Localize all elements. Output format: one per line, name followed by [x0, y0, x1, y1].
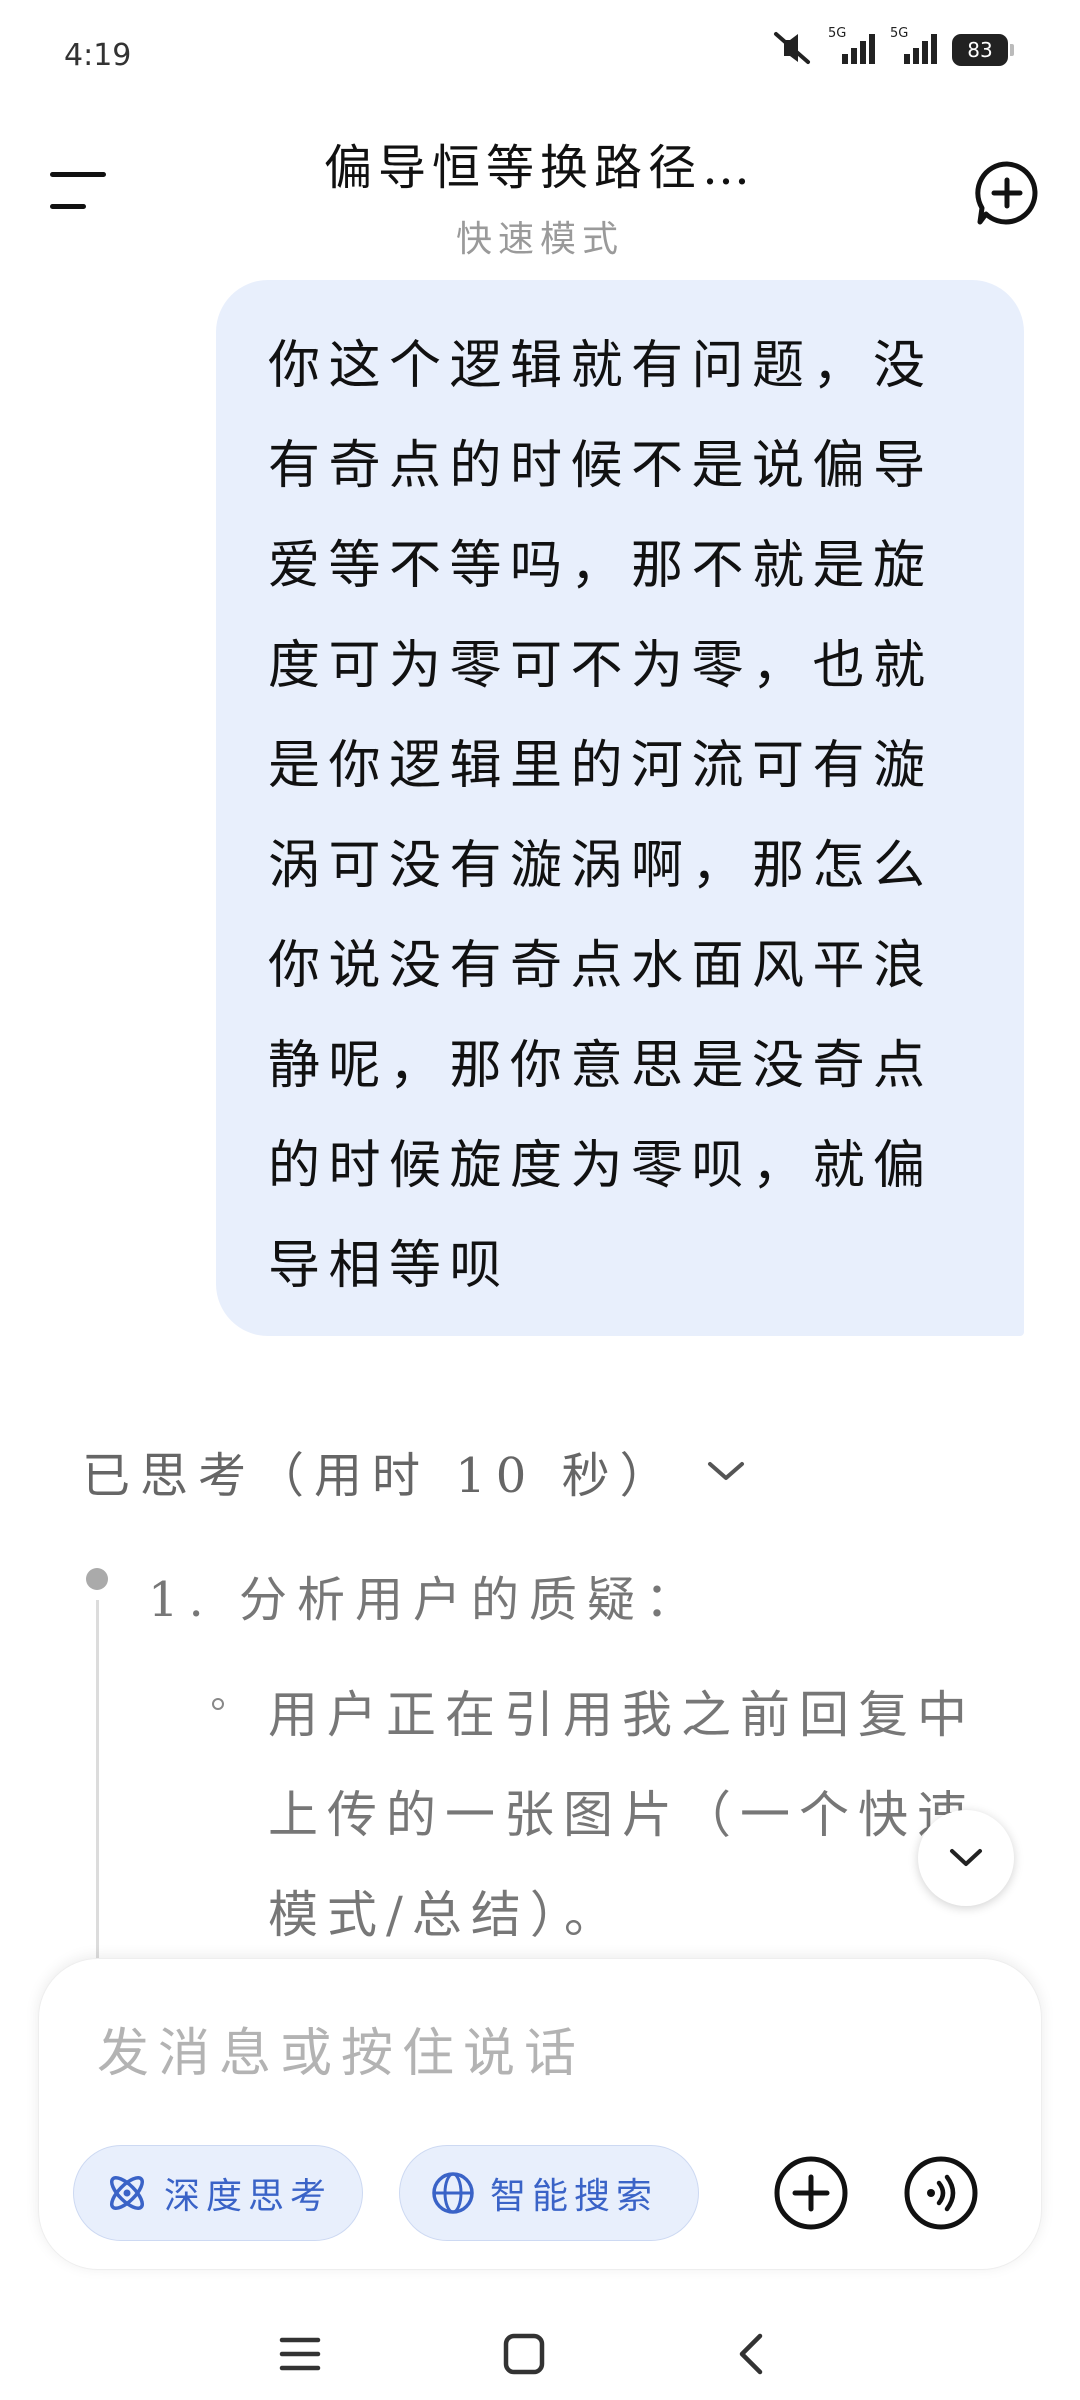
plus-icon — [774, 2156, 848, 2230]
status-time: 4:19 — [64, 38, 132, 73]
atom-icon — [110, 2176, 144, 2210]
battery-level: 83 — [967, 38, 993, 62]
chevron-down-icon — [950, 1849, 982, 1866]
signal-icon-2: 5G — [890, 26, 938, 70]
globe-icon — [432, 2172, 474, 2214]
new-chat-button[interactable] — [972, 158, 1042, 228]
mute-icon — [770, 30, 814, 70]
thinking-toggle[interactable]: 已思考（用时 10 秒） — [82, 1436, 748, 1506]
thinking-label: 已思考（用时 10 秒） — [82, 1448, 678, 1504]
deep-think-label: 深度思考 — [164, 2176, 333, 2217]
user-message-bubble[interactable]: 你这个逻辑就有问题，没有奇点的时候不是说偏导爱等不等吗，那不就是旋度可为零可不为… — [216, 280, 1024, 1336]
new-chat-icon — [975, 161, 1038, 225]
voice-button[interactable] — [895, 2147, 987, 2239]
conversation-title[interactable]: 偏导恒等换路径… — [0, 128, 1080, 198]
nav-back-button[interactable] — [722, 2324, 782, 2384]
voice-icon — [904, 2156, 978, 2230]
thinking-step-title: 1. 分析用户的质疑： — [148, 1572, 704, 1628]
message-composer: 发消息或按住说话 深度思考 智能搜索 — [38, 1958, 1042, 2270]
nav-menu-icon — [279, 2337, 321, 2371]
attach-button[interactable] — [765, 2147, 857, 2239]
nav-home-icon — [503, 2333, 545, 2375]
message-input[interactable]: 发消息或按住说话 — [97, 2011, 585, 2086]
user-message-text: 你这个逻辑就有问题，没有奇点的时候不是说偏导爱等不等吗，那不就是旋度可为零可不为… — [268, 336, 934, 1296]
bullet-icon — [212, 1698, 224, 1710]
chat-screen: 4:19 5G 5G 83 偏导恒等换路径… 快速模式 你这个逻辑就有问题，没有… — [0, 0, 1080, 2400]
smart-search-label: 智能搜索 — [490, 2176, 659, 2217]
signal-icon-1: 5G — [828, 26, 876, 70]
menu-icon-bar — [50, 204, 86, 209]
mode-subtitle: 快速模式 — [455, 219, 624, 260]
network-type-label: 5G — [828, 26, 847, 41]
status-icons: 5G 5G 83 — [770, 26, 1014, 70]
thinking-step-detail: 用户正在引用我之前回复中上传的一张图片（一个快速模式/总结）。 — [268, 1686, 976, 1944]
timeline-line — [96, 1600, 99, 1980]
smart-search-button[interactable]: 智能搜索 — [399, 2145, 699, 2241]
scroll-to-bottom-button[interactable] — [918, 1810, 1014, 1906]
nav-back-icon — [739, 2333, 763, 2375]
battery-icon: 83 — [952, 34, 1014, 66]
nav-menu-button[interactable] — [270, 2324, 330, 2384]
system-nav-bar — [0, 2300, 1080, 2400]
timeline-dot — [86, 1568, 108, 1590]
chevron-down-icon — [707, 1462, 744, 1480]
deep-think-button[interactable]: 深度思考 — [73, 2145, 363, 2241]
network-type-label: 5G — [890, 26, 909, 41]
nav-home-button[interactable] — [494, 2324, 554, 2384]
